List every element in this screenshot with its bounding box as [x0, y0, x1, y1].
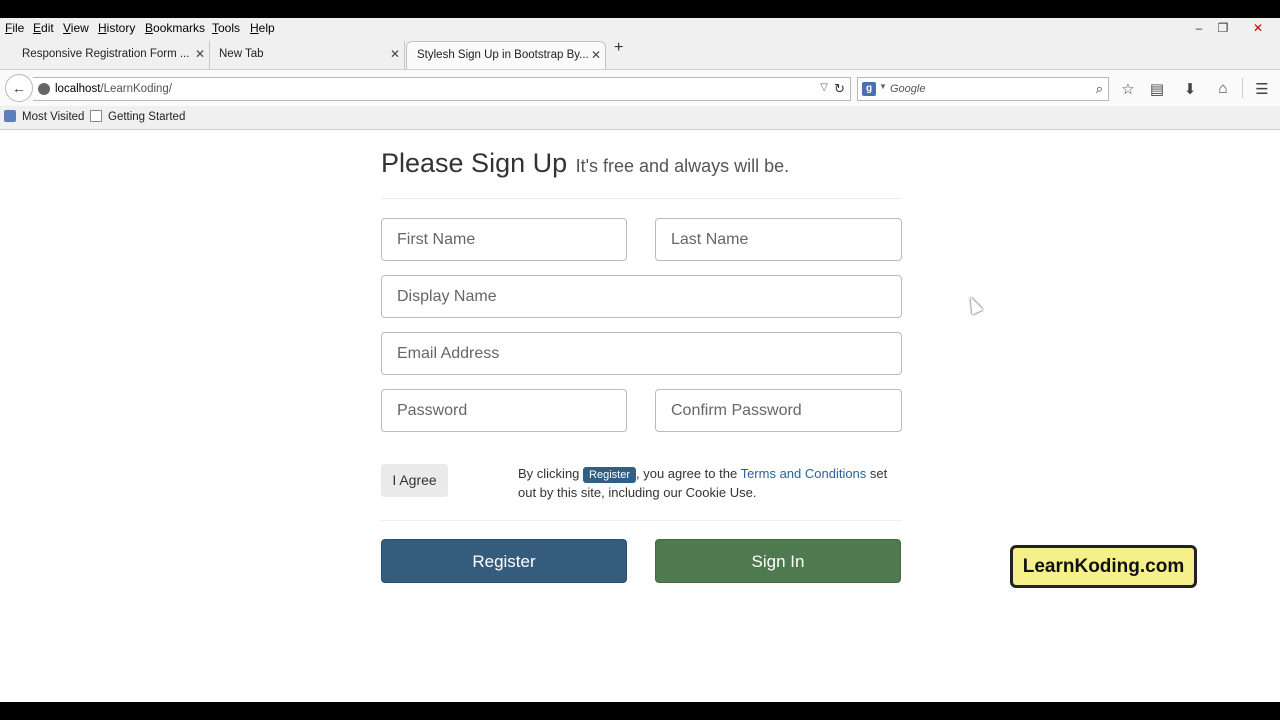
bookmarks-bar: Most Visited Getting Started [0, 107, 1280, 129]
password-input[interactable]: Password [381, 389, 627, 432]
url-bar[interactable]: localhost/LearnKoding/ ▽ ↻ [33, 77, 851, 101]
bookmark-label: Most Visited [22, 111, 85, 123]
home-icon[interactable]: ⌂ [1213, 80, 1233, 97]
terms-link[interactable]: Terms and Conditions [741, 466, 867, 481]
new-tab-icon[interactable]: + [614, 39, 623, 57]
tab-strip: Responsive Registration Form ... ✕ New T… [0, 39, 1280, 69]
url-host: localhost [55, 83, 101, 95]
restore-icon[interactable]: ❐ [1214, 20, 1232, 36]
email-input[interactable]: Email Address [381, 332, 902, 375]
search-input[interactable]: Google [890, 83, 925, 95]
most-visited-icon [4, 110, 16, 122]
minimize-icon[interactable]: – [1190, 20, 1208, 36]
search-icon[interactable]: ⌕ [1096, 81, 1103, 97]
confirm-password-input[interactable]: Confirm Password [655, 389, 902, 432]
reading-list-icon[interactable]: ▤ [1147, 80, 1167, 98]
url-text: localhost/LearnKoding/ [55, 83, 172, 95]
heading-main: Please Sign Up [381, 148, 568, 178]
page-content: Please Sign Up It's free and always will… [0, 130, 1280, 702]
browser-chrome: File Edit View History Bookmarks Tools H… [0, 18, 1280, 130]
menu-history[interactable]: History [98, 21, 135, 35]
tab-new-tab[interactable]: New Tab ✕ [209, 41, 405, 69]
terms-prefix: By clicking [518, 466, 584, 481]
close-tab-icon[interactable]: ✕ [195, 47, 205, 61]
globe-icon [38, 83, 50, 95]
mouse-cursor-icon [964, 294, 984, 315]
sign-in-button[interactable]: Sign In [655, 539, 901, 583]
page-title: Please Sign Up It's free and always will… [381, 148, 789, 179]
bookmark-star-icon[interactable]: ☆ [1118, 80, 1138, 98]
back-arrow-icon: ← [12, 80, 26, 96]
display-name-input[interactable]: Display Name [381, 275, 902, 318]
search-bar[interactable]: g ▼ Google ⌕ [857, 77, 1109, 101]
register-button[interactable]: Register [381, 539, 627, 583]
terms-text: By clicking Register, you agree to the T… [518, 464, 902, 502]
bookmark-most-visited[interactable]: Most Visited [4, 110, 84, 123]
menu-edit[interactable]: Edit [33, 21, 54, 35]
navigation-bar: ← localhost/LearnKoding/ ▽ ↻ g ▼ Google … [0, 69, 1280, 106]
tab-label: Stylesh Sign Up in Bootstrap By... [417, 49, 589, 61]
url-path: /LearnKoding/ [100, 83, 173, 95]
toolbar-separator [1242, 78, 1243, 98]
menu-bookmarks[interactable]: Bookmarks [145, 21, 205, 35]
menu-bar: File Edit View History Bookmarks Tools H… [0, 18, 1280, 38]
browser-window: File Edit View History Bookmarks Tools H… [0, 18, 1280, 702]
reload-icon[interactable]: ↻ [834, 81, 845, 97]
tab-stylish-sign-up[interactable]: Stylesh Sign Up in Bootstrap By... ✕ [406, 41, 606, 69]
google-engine-icon[interactable]: g [862, 82, 876, 96]
heading-subtitle: It's free and always will be. [575, 156, 790, 176]
close-tab-icon[interactable]: ✕ [591, 48, 601, 62]
menu-view[interactable]: View [63, 21, 89, 35]
divider [381, 198, 902, 199]
menu-file[interactable]: File [5, 21, 24, 35]
back-button[interactable]: ← [5, 74, 33, 102]
history-dropdown-icon[interactable]: ▽ [820, 82, 828, 93]
close-tab-icon[interactable]: ✕ [390, 47, 400, 61]
close-window-icon[interactable]: ✕ [1249, 20, 1267, 36]
tab-label: Responsive Registration Form ... [22, 48, 190, 60]
menu-tools[interactable]: Tools [212, 21, 240, 35]
tab-label: New Tab [219, 48, 264, 60]
register-badge: Register [583, 467, 636, 483]
tab-responsive-registration[interactable]: Responsive Registration Form ... ✕ [12, 41, 210, 69]
page-icon [90, 110, 102, 122]
download-icon[interactable]: ⬇ [1180, 80, 1200, 98]
terms-middle: , you agree to the [636, 466, 741, 481]
menu-help[interactable]: Help [250, 21, 275, 35]
bookmark-getting-started[interactable]: Getting Started [90, 110, 185, 123]
engine-dropdown-icon[interactable]: ▼ [879, 82, 887, 91]
last-name-input[interactable]: Last Name [655, 218, 902, 261]
divider [381, 520, 902, 521]
hamburger-menu-icon[interactable]: ☰ [1252, 80, 1272, 98]
bookmark-label: Getting Started [108, 111, 186, 123]
first-name-input[interactable]: First Name [381, 218, 627, 261]
i-agree-button[interactable]: I Agree [381, 464, 448, 497]
learnkoding-watermark: LearnKoding.com [1010, 545, 1197, 588]
